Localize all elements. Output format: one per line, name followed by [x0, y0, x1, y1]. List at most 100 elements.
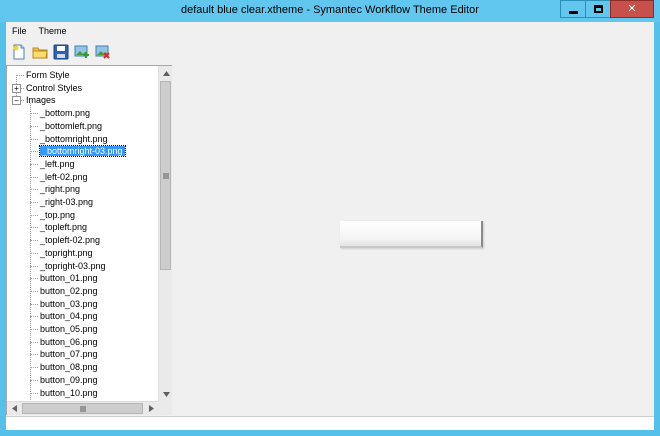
tree-connector — [30, 290, 38, 292]
save-button[interactable] — [50, 42, 71, 62]
scroll-left-arrow[interactable] — [7, 402, 21, 415]
tree-node-label: _topright.png — [40, 247, 93, 258]
tree-connector — [16, 75, 24, 76]
tree-connector — [30, 278, 38, 280]
client-area: File Theme Form Style + Control Styles −… — [6, 22, 654, 430]
vertical-scroll-thumb[interactable] — [160, 81, 171, 270]
tree-node-image[interactable]: _topright.png — [40, 247, 93, 260]
tree-node-label: button_08.png — [40, 362, 98, 373]
toolbar — [8, 41, 113, 63]
tree-connector — [30, 379, 38, 381]
tree-node-image[interactable]: button_10.png — [40, 387, 98, 400]
tree-node-label: _left.png — [40, 158, 75, 169]
tree-node-image[interactable]: _topright-03.png — [40, 260, 106, 273]
open-button[interactable] — [29, 42, 50, 62]
menu-theme[interactable]: Theme — [33, 22, 73, 40]
tree-node-image[interactable]: button_05.png — [40, 323, 98, 336]
add-image-button[interactable] — [71, 42, 92, 62]
tree-node-image[interactable]: _right.png — [40, 183, 80, 196]
tree-connector — [30, 354, 38, 356]
tree-connector — [30, 189, 38, 191]
collapse-icon[interactable]: − — [12, 96, 21, 106]
tree-connector — [30, 303, 38, 305]
tree-node-root[interactable]: Control Styles — [26, 82, 82, 95]
tree-node-image[interactable]: _topleft.png — [40, 221, 87, 234]
tree-connector — [30, 138, 38, 140]
scroll-up-icon — [162, 70, 170, 76]
scroll-down-arrow[interactable] — [159, 387, 173, 401]
tree-connector — [30, 151, 38, 153]
tree-horizontal-scrollbar[interactable] — [7, 401, 158, 415]
tree-connector — [30, 265, 38, 267]
tree-node-image[interactable]: button_09.png — [40, 374, 98, 387]
tree-node-label: button_10.png — [40, 387, 98, 398]
tree-node-image[interactable]: _right-03.png — [40, 196, 93, 209]
new-document-icon — [13, 44, 24, 60]
tree-connector — [30, 202, 38, 203]
scroll-up-arrow[interactable] — [159, 66, 173, 80]
tree-node-image[interactable]: button_03.png — [40, 298, 98, 311]
image-preview — [340, 221, 483, 248]
close-button[interactable]: ✕ — [610, 0, 654, 18]
tree-node-image[interactable]: _left-02.png — [40, 171, 88, 184]
scroll-left-icon — [11, 405, 17, 412]
tree-node-label: _topright-03.png — [40, 260, 106, 271]
tree-node-image[interactable]: _left.png — [40, 158, 75, 171]
theme-tree-panel: Form Style + Control Styles − Images _bottom.… — [6, 65, 172, 415]
tree-node-label: button_05.png — [40, 324, 98, 334]
tree-connector — [30, 113, 38, 115]
tree-connector — [30, 341, 38, 343]
menu-bar: File Theme — [6, 22, 654, 40]
tree-node-image[interactable]: button_02.png — [40, 285, 98, 298]
tree-node-label: button_03.png — [40, 298, 98, 309]
tree-node-label: button_02.png — [40, 285, 98, 296]
tree-node-image[interactable]: _bottomright-03.png — [39, 145, 126, 158]
scroll-right-arrow[interactable] — [144, 402, 158, 415]
tree-connector — [30, 252, 38, 254]
open-folder-icon — [32, 47, 48, 59]
maximize-button[interactable] — [585, 0, 611, 18]
minimize-button[interactable] — [560, 0, 586, 18]
maximize-icon — [593, 5, 603, 13]
tree-node-label: Control Styles — [26, 82, 83, 93]
tree-node-image[interactable]: button_07.png — [40, 348, 98, 361]
tree-node-label: button_06.png — [40, 336, 98, 347]
tree-node-root[interactable]: Form Style — [26, 69, 70, 82]
tree-node-label: _bottomright.png — [40, 133, 108, 144]
expand-icon[interactable]: + — [12, 83, 21, 93]
horizontal-scroll-thumb[interactable] — [22, 403, 143, 414]
tree-node-label: _right-03.png — [40, 197, 94, 207]
tree-node-label: _bottom.png — [40, 108, 91, 119]
theme-tree: Form Style + Control Styles − Images _bottom.… — [7, 66, 158, 401]
tree-node-image[interactable]: button_06.png — [40, 336, 98, 349]
grip-icon — [80, 405, 85, 412]
tree-node-image[interactable]: _top.png — [40, 209, 75, 222]
tree-connector — [30, 163, 38, 165]
remove-image-icon — [95, 45, 110, 59]
tree-node-image[interactable]: _bottomleft.png — [40, 120, 102, 133]
minimize-icon — [568, 10, 578, 14]
add-image-icon — [74, 45, 89, 58]
title-bar[interactable]: default blue clear.xtheme - Symantec Wor… — [0, 0, 660, 22]
tree-node-image[interactable]: button_04.png — [40, 310, 98, 323]
scrollbar-corner — [158, 401, 172, 415]
new-button[interactable] — [8, 42, 29, 62]
tree-connector — [30, 214, 38, 216]
image-preview-panel — [176, 65, 654, 415]
remove-image-button[interactable] — [92, 42, 113, 62]
tree-node-image[interactable]: button_08.png — [40, 361, 98, 374]
tree-node-image[interactable]: _bottom.png — [40, 107, 90, 120]
tree-node-label: _left-02.png — [40, 171, 88, 182]
tree-node-label: _bottomleft.png — [40, 120, 103, 131]
tree-node-label: button_09.png — [40, 374, 98, 385]
tree-vertical-scrollbar[interactable] — [158, 66, 172, 401]
tree-node-image[interactable]: _topleft-02.png — [40, 234, 100, 247]
tree-node-label: button_04.png — [40, 311, 98, 322]
tree-connector — [30, 125, 38, 127]
tree-node-image[interactable]: button_01.png — [40, 272, 98, 285]
status-bar — [6, 416, 654, 430]
tree-node-image[interactable]: _bottomright.png — [40, 133, 108, 146]
tree-node-label: _top.png — [40, 209, 76, 220]
tree-connector — [30, 316, 38, 318]
menu-file[interactable]: File — [6, 22, 33, 40]
